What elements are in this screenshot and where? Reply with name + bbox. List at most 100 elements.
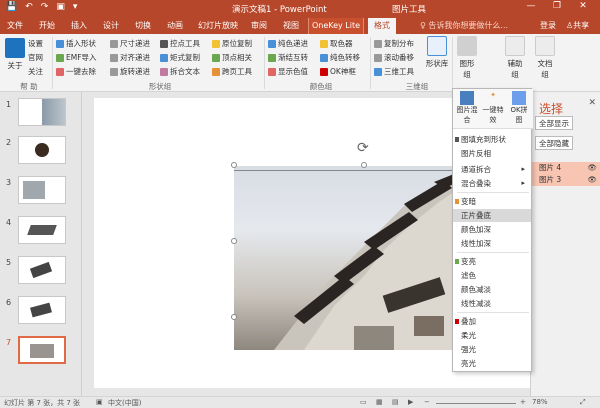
menu-darken[interactable]: 变暗 — [453, 195, 531, 208]
three-d-rotate-button[interactable]: 三维工具 — [374, 66, 414, 77]
copy-distribute-button[interactable]: 复制分布 — [374, 38, 414, 49]
one-key-effect-button[interactable]: ✦ 一键特效 — [481, 91, 505, 125]
tab-view[interactable]: 视图 — [280, 18, 302, 34]
rotate-handle-icon[interactable]: ⟳ — [357, 140, 369, 156]
reading-view-icon[interactable]: ▤ — [392, 398, 399, 406]
menu-channel[interactable]: 通道拆合 ▸ — [453, 163, 531, 176]
vertex-related-button[interactable]: 顶点相关 — [212, 52, 252, 63]
menu-mix[interactable]: 混合叠染 ▸ — [453, 177, 531, 190]
doc-group-button[interactable]: 文档组 — [534, 36, 556, 80]
rotate-increment-button[interactable]: 旋转递进 — [110, 66, 150, 77]
slide-thumbnail-4[interactable] — [18, 216, 66, 244]
menu-color-dodge[interactable]: 颜色减淡 — [453, 283, 531, 296]
close-button[interactable]: ✕ — [570, 1, 596, 11]
menu-overlay[interactable]: 叠加 — [453, 315, 531, 328]
layer-item[interactable]: 图片 4 👁 — [531, 162, 600, 174]
matrix-copy-button[interactable]: 矩式复制 — [160, 52, 200, 63]
control-tool-button[interactable]: 控点工具 — [160, 38, 200, 49]
customize-icon[interactable]: ▾ — [73, 2, 78, 12]
save-icon[interactable]: 💾 — [6, 2, 17, 12]
tab-animations[interactable]: 动画 — [164, 18, 186, 34]
emf-import-button[interactable]: EMF导入 — [56, 52, 97, 63]
menu-lighten[interactable]: 变亮 — [453, 255, 531, 268]
zoom-in-icon[interactable]: + — [520, 398, 526, 406]
menu-hard-light[interactable]: 强光 — [453, 343, 531, 356]
menu-invert[interactable]: 图片反相 — [453, 147, 531, 160]
split-text-label: 拆合文本 — [170, 67, 200, 76]
sorter-view-icon[interactable]: ▦ — [376, 398, 383, 406]
menu-soft-light[interactable]: 柔光 — [453, 329, 531, 342]
slide-thumbnail-3[interactable] — [18, 176, 66, 204]
zoom-level[interactable]: 78% — [532, 398, 548, 406]
one-key-remove-button[interactable]: 一键去除 — [56, 66, 96, 77]
menu-multiply[interactable]: 正片叠底 — [453, 209, 531, 222]
shape-lib-button[interactable]: 形状库 — [424, 36, 450, 69]
present-icon[interactable]: ▣ — [56, 2, 65, 12]
menu-linear-burn[interactable]: 线性加深 — [453, 237, 531, 250]
layer-item[interactable]: 图片 3 👁 — [531, 174, 600, 186]
redo-icon[interactable]: ↷ — [41, 2, 49, 12]
tell-me-search[interactable]: ♀ 告诉我你想要做什么... — [420, 18, 508, 34]
menu-color-burn[interactable]: 颜色加深 — [453, 223, 531, 236]
follow-button[interactable]: 关注 — [28, 66, 43, 77]
original-position-button[interactable]: 原位复制 — [212, 38, 252, 49]
color-transform-button[interactable]: 纯色转移 — [320, 52, 360, 63]
restore-button[interactable]: ❐ — [544, 1, 570, 11]
tab-slideshow[interactable]: 幻灯片放映 — [196, 18, 240, 34]
shape-group-button[interactable]: 图形组 — [456, 36, 478, 80]
tab-insert[interactable]: 插入 — [68, 18, 90, 34]
eye-icon[interactable]: 👁 — [587, 174, 597, 186]
tab-design[interactable]: 设计 — [100, 18, 122, 34]
slide-thumbnail-5[interactable] — [18, 256, 66, 284]
insert-shape-button[interactable]: 插入形状 — [56, 38, 96, 49]
slide-thumbnail-7[interactable] — [18, 336, 66, 364]
menu-fill-to-shape[interactable]: 图填充到形状 — [453, 133, 531, 146]
resize-handle[interactable] — [231, 238, 237, 244]
page-tool-button[interactable]: 跨页工具 — [212, 66, 252, 77]
menu-screen[interactable]: 滤色 — [453, 269, 531, 282]
close-icon[interactable]: ✕ — [588, 98, 596, 108]
login-link[interactable]: 登录 — [540, 18, 556, 34]
settings-button[interactable]: 设置 — [28, 38, 43, 49]
align-increment-button[interactable]: 对齐递进 — [110, 52, 150, 63]
eye-icon[interactable]: 👁 — [587, 162, 597, 174]
size-increment-button[interactable]: 尺寸递进 — [110, 38, 150, 49]
slide-thumbnail-2[interactable] — [18, 136, 66, 164]
tab-onekey[interactable]: OneKey Lite — [308, 18, 364, 34]
tab-review[interactable]: 审阅 — [248, 18, 270, 34]
scroll-flip-button[interactable]: 滚动番移 — [374, 52, 414, 63]
display-color-button[interactable]: 显示色值 — [268, 66, 308, 77]
tab-home[interactable]: 开始 — [36, 18, 58, 34]
website-button[interactable]: 官网 — [28, 52, 43, 63]
hide-all-button[interactable]: 全部隐藏 — [535, 136, 573, 150]
gradient-swap-button[interactable]: 渐结互转 — [268, 52, 308, 63]
share-button[interactable]: ♙共享 — [566, 18, 589, 34]
slideshow-view-icon[interactable]: ▶ — [408, 398, 413, 406]
resize-handle[interactable] — [231, 314, 237, 320]
ok-puzzle-button[interactable]: OK拼图 — [507, 91, 531, 125]
tab-format[interactable]: 格式 — [368, 18, 396, 34]
assist-group-button[interactable]: 辅助组 — [504, 36, 526, 80]
zoom-slider[interactable] — [436, 403, 516, 404]
pure-fill-button[interactable]: 纯色递进 — [268, 38, 308, 49]
resize-handle[interactable] — [231, 162, 237, 168]
minimize-button[interactable]: — — [518, 1, 544, 11]
zoom-out-icon[interactable]: − — [424, 398, 430, 406]
slide-thumbnail-6[interactable] — [18, 296, 66, 324]
tab-file[interactable]: 文件 — [4, 18, 26, 34]
tab-transitions[interactable]: 切换 — [132, 18, 154, 34]
picture-blend-button[interactable]: 图片混合 — [455, 91, 479, 125]
color-picker-button[interactable]: 取色器 — [320, 38, 353, 49]
resize-handle[interactable] — [361, 162, 367, 168]
slide-thumbnail-1[interactable] — [18, 98, 66, 126]
menu-vivid-light[interactable]: 亮光 — [453, 357, 531, 370]
fit-slide-icon[interactable]: ⤢ — [580, 398, 586, 407]
menu-linear-dodge[interactable]: 线性减淡 — [453, 297, 531, 310]
undo-icon[interactable]: ↶ — [25, 2, 33, 12]
split-text-button[interactable]: 拆合文本 — [160, 66, 200, 77]
show-all-button[interactable]: 全部显示 — [535, 116, 573, 130]
about-button[interactable]: 关于 — [4, 38, 26, 71]
normal-view-icon[interactable]: ▭ — [360, 398, 367, 406]
ok-shenqi-button[interactable]: OK神框 — [320, 66, 356, 77]
separator — [452, 37, 453, 89]
